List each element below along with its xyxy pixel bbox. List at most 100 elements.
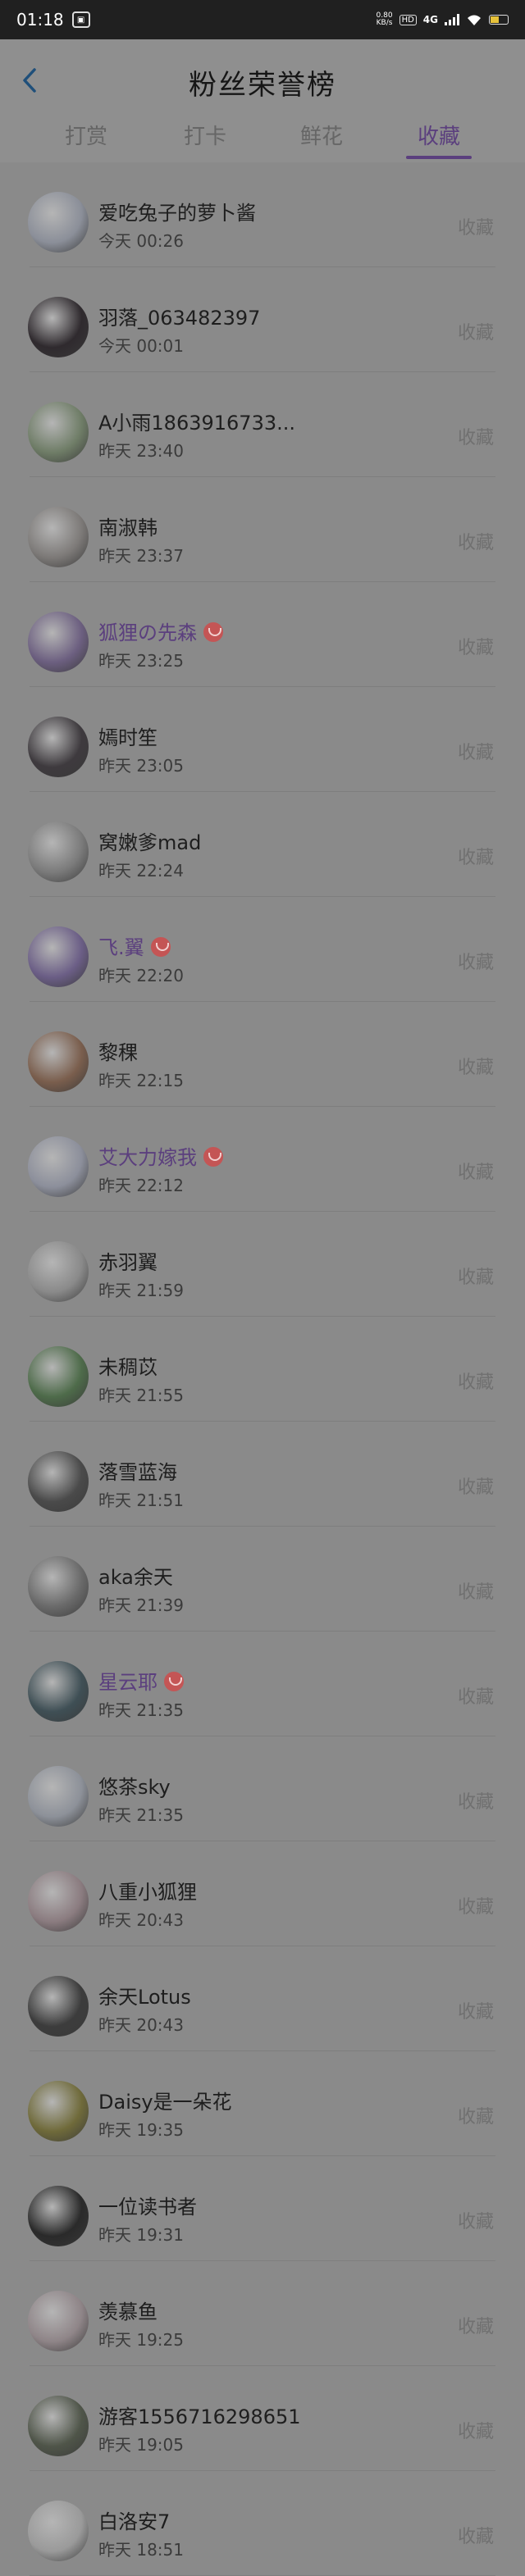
fan-row[interactable]: 未稠苡 昨天 21:55 收藏	[0, 1317, 525, 1422]
tab-favorites[interactable]: 收藏	[398, 120, 480, 159]
favorite-label: 收藏	[457, 2317, 494, 2337]
fan-row[interactable]: 游客1556716298651 昨天 19:05 收藏	[0, 2366, 525, 2471]
avatar[interactable]	[28, 926, 89, 987]
fan-time: 昨天 22:15	[98, 1071, 184, 1090]
fan-time: 昨天 21:59	[98, 1281, 184, 1300]
fan-row[interactable]: 爱吃兔子的萝卜酱 今天 00:26 收藏	[0, 162, 525, 267]
fan-row[interactable]: 南淑韩 昨天 23:37 收藏	[0, 477, 525, 582]
vip-badge-icon	[203, 622, 223, 642]
avatar[interactable]	[28, 1136, 89, 1197]
favorite-label: 收藏	[457, 2212, 494, 2232]
vip-badge-icon	[150, 937, 171, 957]
favorite-label: 收藏	[457, 638, 494, 658]
fan-name-text: 星云耶	[98, 1671, 158, 1694]
fan-name: 黎稞	[98, 1036, 138, 1065]
tab-label: 打卡	[183, 125, 226, 149]
fan-name-text: 余天Lotus	[98, 1986, 191, 2009]
fan-row[interactable]: aka余天 昨天 21:39 收藏	[0, 1527, 525, 1632]
favorite-label: 收藏	[457, 953, 494, 973]
fan-row[interactable]: 白洛安7 昨天 18:51 收藏	[0, 2471, 525, 2576]
avatar[interactable]	[28, 821, 89, 882]
fan-row[interactable]: A小雨1863916733... 昨天 23:40 收藏	[0, 372, 525, 477]
avatar[interactable]	[28, 1976, 89, 2037]
fan-row[interactable]: 嫣时笙昨天 23:05 收藏	[0, 687, 525, 792]
fan-row[interactable]: Daisy是一朵花 昨天 19:35 收藏	[0, 2051, 525, 2156]
fan-name-text: 赤羽翼	[98, 1251, 158, 1274]
fan-row[interactable]: 赤羽翼 昨天 21:59 收藏	[0, 1212, 525, 1317]
fan-row[interactable]: 羡慕鱼 昨天 19:25 收藏	[0, 2261, 525, 2366]
fan-time: 昨天 22:12	[98, 1176, 184, 1195]
avatar[interactable]	[28, 192, 89, 253]
status-time: 01:18	[16, 10, 64, 30]
avatar[interactable]	[28, 1241, 89, 1302]
fan-name: 八重小狐狸	[98, 1876, 197, 1905]
net-speed-unit: KB/s	[376, 19, 393, 27]
fan-time: 昨天 23:25	[98, 651, 184, 671]
tab-label: 收藏	[417, 125, 460, 149]
avatar[interactable]	[28, 1661, 89, 1722]
avatar[interactable]	[28, 1451, 89, 1512]
favorite-label: 收藏	[457, 1687, 494, 1708]
net-speed: 0.80 KB/s	[377, 12, 393, 27]
avatar[interactable]	[28, 1556, 89, 1617]
fan-time: 昨天 19:05	[98, 2435, 184, 2455]
avatar[interactable]	[28, 1766, 89, 1827]
fan-name-text: 未稠苡	[98, 1356, 158, 1379]
fan-time: 昨天 19:35	[98, 2120, 184, 2140]
fan-row[interactable]: 窝嫩爹mad 昨天 22:24 收藏	[0, 792, 525, 897]
avatar[interactable]	[28, 612, 89, 672]
fan-row[interactable]: 落雪蓝海 昨天 21:51 收藏	[0, 1422, 525, 1527]
avatar[interactable]	[28, 1346, 89, 1407]
fan-time: 昨天 21:55	[98, 1386, 184, 1405]
avatar[interactable]	[28, 2186, 89, 2246]
avatar[interactable]	[28, 2501, 89, 2561]
avatar[interactable]	[28, 297, 89, 357]
favorite-label: 收藏	[457, 428, 494, 448]
fan-name-text: 南淑韩	[98, 517, 158, 539]
avatar[interactable]	[28, 507, 89, 567]
fan-time: 昨天 22:24	[98, 861, 184, 881]
fan-time: 今天 00:01	[98, 336, 184, 356]
avatar[interactable]	[28, 2081, 89, 2141]
avatar[interactable]	[28, 1031, 89, 1092]
fan-time: 昨天 22:20	[98, 966, 184, 985]
fan-row[interactable]: 星云耶 昨天 21:35 收藏	[0, 1632, 525, 1736]
avatar[interactable]	[28, 2291, 89, 2351]
fan-row[interactable]: 艾大力嫁我 昨天 22:12 收藏	[0, 1107, 525, 1212]
fan-name-text: A小雨1863916733...	[98, 412, 295, 435]
favorite-label: 收藏	[457, 743, 494, 763]
fan-row[interactable]: 羽落_063482397 今天 00:01 收藏	[0, 267, 525, 372]
fan-name: 艾大力嫁我	[98, 1141, 223, 1170]
tab-reward[interactable]: 打赏	[45, 120, 127, 150]
tab-label: 鲜花	[299, 125, 343, 149]
avatar[interactable]	[28, 1871, 89, 1932]
tab-checkin[interactable]: 打卡	[164, 120, 246, 150]
fan-name-text: 窝嫩爹mad	[98, 831, 202, 854]
fan-row[interactable]: 飞.翼 昨天 22:20 收藏	[0, 897, 525, 1002]
status-icons: 0.80 KB/s HD 4G	[377, 12, 509, 27]
favorite-label: 收藏	[457, 1477, 494, 1498]
avatar[interactable]	[28, 402, 89, 462]
fan-name-text: 嫣时笙	[98, 726, 158, 749]
avatar[interactable]	[28, 717, 89, 777]
fan-name: 游客1556716298651	[98, 2401, 301, 2429]
fan-row[interactable]: 悠茶sky 昨天 21:35 收藏	[0, 1736, 525, 1841]
favorite-label: 收藏	[457, 218, 494, 239]
tab-bar: 打赏 打卡 鲜花 收藏	[0, 120, 525, 159]
tab-flowers[interactable]: 鲜花	[281, 120, 363, 150]
fan-row[interactable]: 八重小狐狸 昨天 20:43 收藏	[0, 1841, 525, 1946]
fan-row[interactable]: 黎稞 昨天 22:15 收藏	[0, 1002, 525, 1107]
fan-name: 羡慕鱼	[98, 2296, 158, 2324]
avatar[interactable]	[28, 2396, 89, 2456]
fan-time: 昨天 20:43	[98, 1910, 184, 1930]
fan-time: 昨天 23:05	[98, 756, 184, 776]
fan-name: aka余天	[98, 1561, 173, 1590]
fan-name: 余天Lotus	[98, 1981, 191, 2009]
fan-name: Daisy是一朵花	[98, 2086, 232, 2114]
fan-row[interactable]: 狐狸の先森 昨天 23:25 收藏	[0, 582, 525, 687]
fan-row[interactable]: 余天Lotus 昨天 20:43 收藏	[0, 1946, 525, 2051]
fan-name: 悠茶sky	[98, 1771, 171, 1800]
fan-name-text: 游客1556716298651	[98, 2405, 301, 2428]
battery-icon	[489, 15, 509, 25]
fan-row[interactable]: 一位读书者 昨天 19:31 收藏	[0, 2156, 525, 2261]
